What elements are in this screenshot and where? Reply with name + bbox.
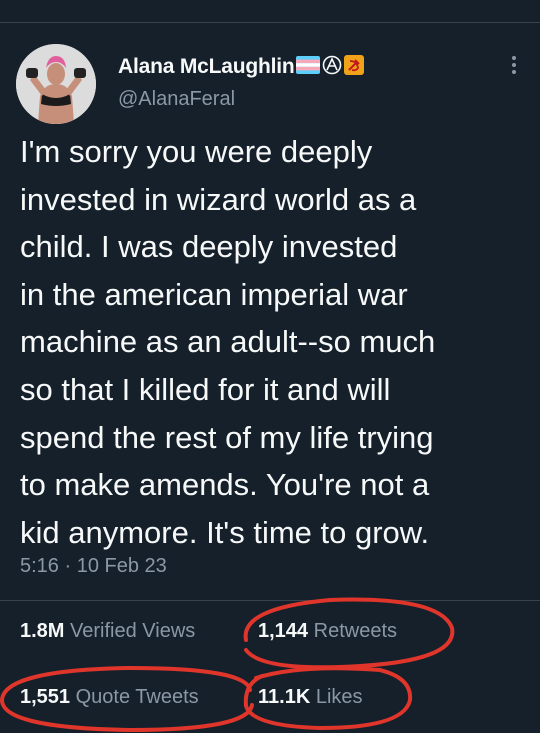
stats-divider bbox=[0, 600, 540, 601]
avatar[interactable] bbox=[16, 44, 96, 124]
views-count: 1.8M bbox=[20, 620, 65, 642]
likes-stat[interactable]: 11.1K Likes bbox=[258, 686, 363, 709]
retweets-stat[interactable]: 1,144 Retweets bbox=[258, 620, 397, 643]
quote-tweets-label: Quote Tweets bbox=[75, 686, 199, 708]
display-name-row[interactable]: Alana McLaughlin bbox=[118, 53, 365, 81]
more-dots-icon bbox=[512, 56, 516, 74]
retweets-label: Retweets bbox=[313, 620, 397, 642]
views-label: Verified Views bbox=[70, 620, 196, 642]
quote-tweets-count: 1,551 bbox=[20, 686, 71, 708]
views-stat: 1.8M Verified Views bbox=[20, 620, 195, 643]
avatar-image bbox=[16, 44, 96, 124]
user-handle[interactable]: @AlanaFeral bbox=[118, 88, 235, 111]
more-options-button[interactable] bbox=[504, 50, 524, 80]
likes-label: Likes bbox=[315, 686, 363, 708]
top-divider bbox=[0, 22, 540, 23]
likes-count: 11.1K bbox=[258, 686, 311, 708]
quote-tweets-stat[interactable]: 1,551 Quote Tweets bbox=[20, 686, 199, 709]
display-name[interactable]: Alana McLaughlin bbox=[118, 55, 295, 79]
retweets-count: 1,144 bbox=[258, 620, 309, 642]
transgender-flag-icon bbox=[296, 55, 321, 79]
anarchy-icon bbox=[322, 55, 342, 80]
tweet-text: I'm sorry you were deeply invested in wi… bbox=[20, 134, 436, 550]
tweet-timestamp[interactable]: 5:16 · 10 Feb 23 bbox=[20, 555, 167, 578]
hammer-sickle-icon bbox=[344, 54, 365, 80]
